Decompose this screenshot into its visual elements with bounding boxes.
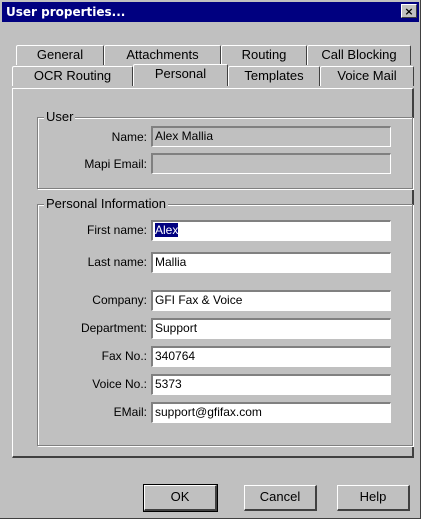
cancel-button[interactable]: Cancel — [244, 485, 317, 511]
company-label: Company: — [92, 293, 147, 307]
voice-number-label: Voice No.: — [92, 377, 147, 391]
tab-personal[interactable]: Personal — [133, 64, 228, 86]
user-properties-dialog: User properties... × General Attachments… — [0, 0, 421, 519]
tab-voice-mail[interactable]: Voice Mail — [320, 66, 414, 86]
department-input[interactable]: Support — [151, 318, 391, 339]
tab-call-blocking[interactable]: Call Blocking — [307, 45, 411, 65]
tab-templates[interactable]: Templates — [228, 66, 320, 86]
window-title: User properties... — [6, 5, 126, 19]
fax-number-label: Fax No.: — [101, 349, 147, 363]
tab-routing[interactable]: Routing — [221, 45, 307, 65]
close-icon[interactable]: × — [401, 4, 417, 18]
tab-attachments[interactable]: Attachments — [104, 45, 221, 65]
email-input[interactable]: support@gfifax.com — [151, 402, 391, 423]
first-name-label: First name: — [86, 223, 147, 237]
personal-info-group-title: Personal Information — [44, 196, 168, 211]
help-button[interactable]: Help — [337, 485, 410, 511]
voice-number-input[interactable]: 5373 — [151, 374, 391, 395]
department-label: Department: — [80, 321, 147, 335]
personal-tab-panel: User Name: Alex Mallia Mapi Email: Perso… — [12, 88, 414, 458]
last-name-input[interactable]: Mallia — [151, 252, 391, 273]
mapi-email-field — [151, 153, 391, 174]
ok-button[interactable]: OK — [143, 484, 218, 512]
last-name-label: Last name: — [87, 255, 147, 269]
fax-number-input[interactable]: 340764 — [151, 346, 391, 367]
name-label: Name: — [111, 130, 147, 144]
first-name-selected-text: Alex — [155, 223, 179, 237]
first-name-input[interactable]: Alex — [151, 220, 391, 241]
user-group-title: User — [44, 109, 76, 124]
title-bar[interactable]: User properties... × — [2, 2, 419, 22]
tab-ocr-routing[interactable]: OCR Routing — [12, 66, 133, 86]
name-field: Alex Mallia — [151, 126, 391, 147]
company-input[interactable]: GFI Fax & Voice — [151, 290, 391, 311]
mapi-email-label: Mapi Email: — [84, 157, 147, 171]
email-label: EMail: — [113, 405, 147, 419]
tab-general[interactable]: General — [16, 45, 104, 65]
